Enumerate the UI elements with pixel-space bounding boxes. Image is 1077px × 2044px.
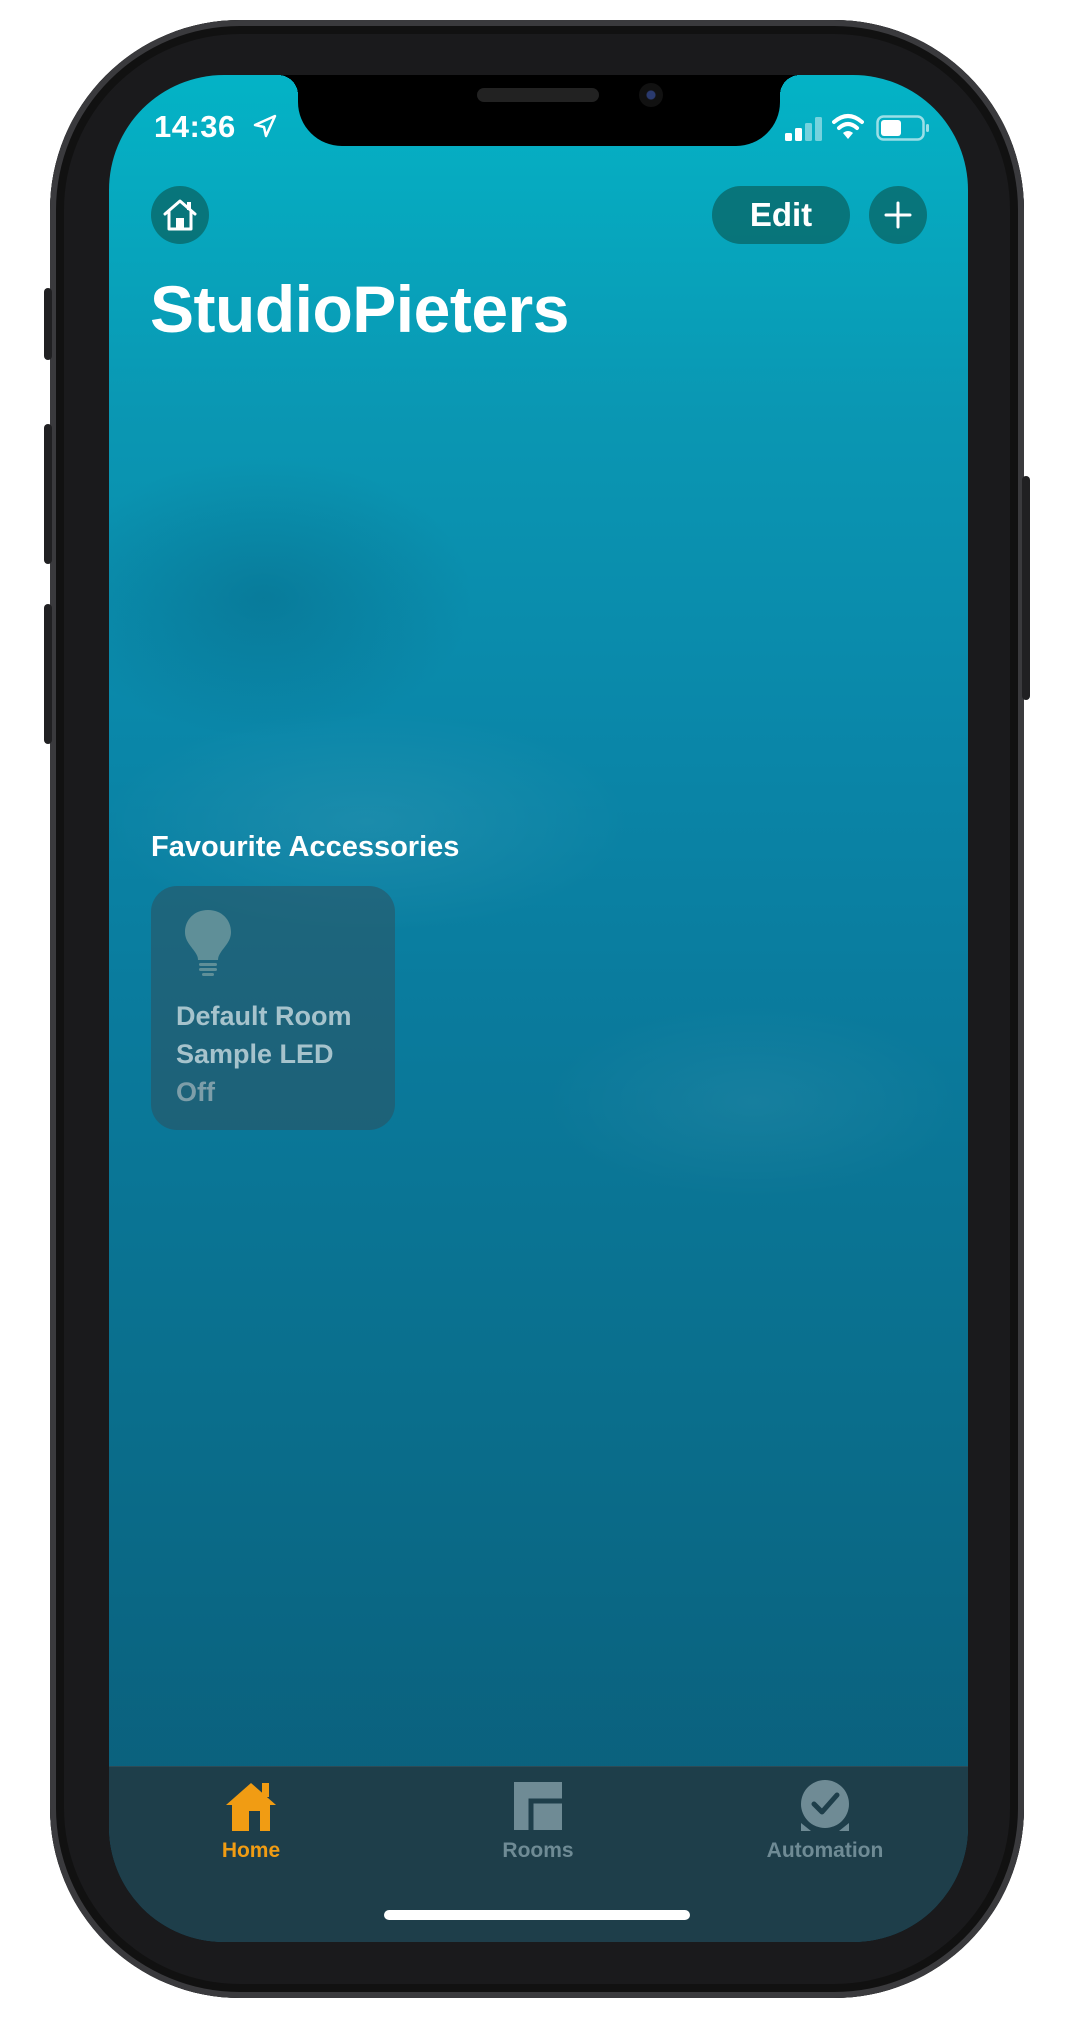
wifi-icon [832, 114, 864, 139]
location-arrow-icon [253, 114, 277, 138]
rooms-icon [514, 1782, 562, 1830]
plus-icon [884, 201, 912, 229]
home-indicator[interactable] [384, 1910, 690, 1920]
home-screen: 14:36 Edit StudioPieters Favourite Acces [109, 75, 968, 1942]
page-title: StudioPieters [150, 272, 569, 346]
home-settings-button[interactable] [151, 186, 209, 244]
tab-rooms[interactable]: Rooms [448, 1777, 628, 1863]
section-title: Favourite Accessories [151, 831, 460, 863]
notch [278, 75, 800, 146]
tab-automation[interactable]: Automation [735, 1777, 915, 1863]
status-time: 14:36 [154, 109, 236, 144]
tab-automation-label: Automation [766, 1839, 884, 1862]
accessory-name: Sample LED [176, 1039, 334, 1069]
lightbulb-icon [185, 910, 231, 976]
front-camera [639, 83, 663, 107]
battery-icon [876, 115, 929, 141]
tab-home[interactable]: Home [161, 1777, 341, 1863]
tab-rooms-label: Rooms [502, 1839, 574, 1862]
cellular-signal-icon [785, 117, 822, 141]
accessory-tile[interactable]: Default Room Sample LED Off [151, 886, 395, 1130]
house-icon [163, 199, 197, 231]
clock-check-icon [801, 1780, 849, 1831]
add-button[interactable] [869, 186, 927, 244]
edit-button[interactable]: Edit [712, 186, 850, 244]
ringer-switch [44, 288, 52, 360]
power-button [1022, 476, 1030, 700]
accessory-status: Off [176, 1077, 215, 1107]
tab-home-label: Home [221, 1839, 281, 1862]
volume-up-button [44, 424, 52, 564]
volume-down-button [44, 604, 52, 744]
house-fill-icon [226, 1783, 276, 1831]
earpiece-speaker [477, 88, 599, 102]
accessory-room: Default Room [176, 1001, 352, 1031]
